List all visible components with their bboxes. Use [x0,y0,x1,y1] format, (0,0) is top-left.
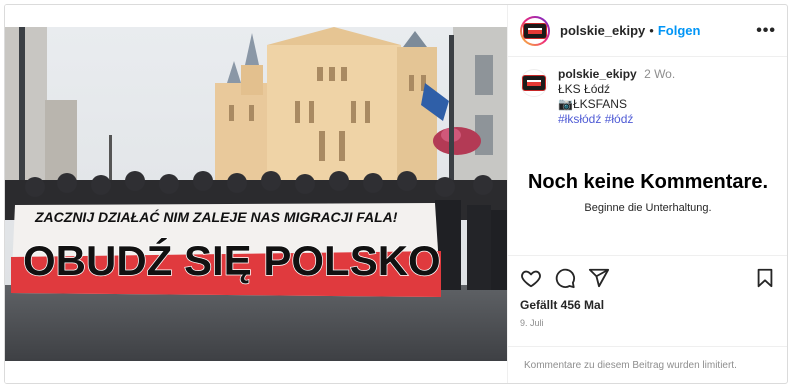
caption-line: 📷ŁKSFANS [558,97,627,111]
separator-dot: • [649,23,654,38]
avatar-image [522,17,548,44]
likes-count[interactable]: Gefällt 456 Mal [520,298,776,312]
photo-image: ZACZNIJ DZIAŁAĆ NIM ZALEJE NAS MIGRACJI … [5,5,507,383]
no-comments-subtitle: Beginne die Unterhaltung. [584,202,712,214]
caption-time[interactable]: 2 Wo. [644,67,675,81]
post-photo[interactable]: ZACZNIJ DZIAŁAĆ NIM ZALEJE NAS MIGRACJI … [5,5,507,383]
more-options-icon[interactable]: ••• [756,22,776,40]
banner-top-text: ZACZNIJ DZIAŁAĆ NIM ZALEJE NAS MIGRACJI … [34,208,398,225]
comments-limited-notice: Kommentare zu diesem Beitrag wurden limi… [508,346,787,383]
no-comments-title: Noch keine Kommentare. [527,171,769,193]
caption-username[interactable]: polskie_ekipy [558,67,637,81]
bookmark-icon[interactable] [754,267,776,289]
profile-logo-icon [522,75,546,91]
post-actions: Gefällt 456 Mal 9. Juli [508,255,787,328]
share-icon[interactable] [588,267,610,289]
heart-icon[interactable] [520,267,542,289]
action-icons [520,266,776,290]
follow-button[interactable]: Folgen [658,23,701,38]
profile-logo-icon [523,22,547,39]
post-sidebar: polskie_ekipy • Folgen ••• polskie_ekipy… [507,5,787,383]
caption-body: polskie_ekipy 2 Wo. ŁKS Łódź 📷ŁKSFANS #ł… [558,67,675,127]
post-modal: ZACZNIJ DZIAŁAĆ NIM ZALEJE NAS MIGRACJI … [4,4,788,384]
comment-icon[interactable] [554,267,576,289]
caption-avatar[interactable] [520,69,548,97]
avatar[interactable] [520,15,550,46]
banner-main-text: OBUDŹ SIĘ POLSKO [23,237,441,284]
no-comments-area: Noch keine Kommentare. Beginne die Unter… [508,171,787,214]
post-caption: polskie_ekipy 2 Wo. ŁKS Łódź 📷ŁKSFANS #ł… [508,57,787,127]
post-date[interactable]: 9. Juli [520,318,776,328]
header-username[interactable]: polskie_ekipy [560,23,645,38]
caption-hashtags[interactable]: #łksłódź #łódź [558,112,675,127]
post-header: polskie_ekipy • Folgen ••• [508,5,787,57]
caption-line: ŁKS Łódź [558,82,611,96]
